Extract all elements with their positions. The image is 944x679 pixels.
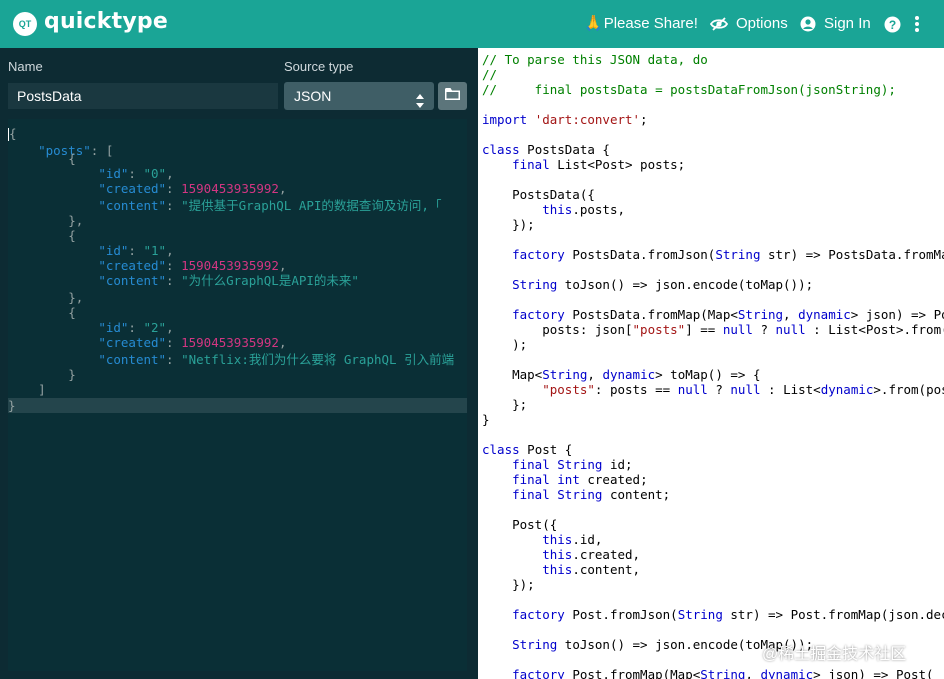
share-button[interactable]: 🙏 Please Share!: [584, 0, 698, 48]
json-line: },: [8, 213, 84, 228]
json-line: {: [8, 228, 76, 243]
json-line: "id": "1",: [98, 243, 174, 258]
json-line: "created": 1590453935992,: [98, 335, 287, 350]
code-line: this.posts,: [542, 202, 626, 217]
json-line: }: [8, 367, 76, 382]
source-type-value: JSON: [294, 88, 332, 104]
vertical-dots-icon: [914, 15, 920, 33]
code-line: String toJson() => json.encode(toMap());: [512, 277, 814, 292]
code-line: });: [482, 217, 535, 232]
eye-slash-icon: [710, 17, 728, 31]
source-type-select[interactable]: JSON: [284, 82, 434, 110]
app-name[interactable]: quicktype: [44, 9, 168, 34]
json-line: "content": "为什么GraphQL是API的未来": [98, 273, 359, 288]
code-line: final String content;: [512, 487, 671, 502]
json-line: "id": "0",: [98, 166, 174, 181]
code-line: PostsData({: [482, 187, 595, 202]
json-line: {: [8, 151, 76, 166]
code-line: Post({: [482, 517, 558, 532]
pray-emoji-icon: 🙏: [584, 15, 603, 32]
json-line: "created": 1590453935992,: [98, 258, 287, 273]
code-line: class Post {: [482, 442, 573, 457]
code-line: this.created,: [542, 547, 641, 562]
code-line: // final postsData = postsDataFromJson(j…: [482, 82, 896, 97]
json-line: },: [8, 290, 84, 305]
code-line: final int created;: [512, 472, 648, 487]
user-circle-icon: [800, 16, 816, 32]
help-button[interactable]: ?: [884, 0, 901, 48]
svg-text:?: ?: [889, 18, 896, 32]
code-line: class PostsData {: [482, 142, 610, 157]
code-line: factory Post.fromJson(String str) => Pos…: [512, 607, 944, 622]
json-line: "content": "Netflix:我们为什么要将 GraphQL 引入前端: [98, 352, 455, 367]
code-line: final List<Post> posts;: [512, 157, 686, 172]
code-line: Map<String, dynamic> toMap() => {: [482, 367, 761, 382]
json-line: "created": 1590453935992,: [98, 181, 287, 196]
share-label: Please Share!: [603, 15, 698, 32]
code-line: this.id,: [542, 532, 603, 547]
code-line: factory PostsData.fromJson(String str) =…: [512, 247, 944, 262]
options-label: Options: [736, 15, 788, 32]
code-line: this.content,: [542, 562, 641, 577]
code-line: factory PostsData.fromMap(Map<String, dy…: [512, 307, 944, 322]
code-line: import 'dart:convert';: [482, 112, 648, 127]
name-input[interactable]: [8, 83, 278, 109]
question-circle-icon: ?: [884, 16, 901, 33]
json-line: ]: [8, 382, 46, 397]
json-line: {: [8, 126, 17, 141]
json-line: "id": "2",: [98, 320, 174, 335]
top-bar: QT quicktype 🙏 Please Share! Options Sig…: [0, 0, 944, 48]
code-line: );: [482, 337, 528, 352]
select-arrows-icon: [416, 89, 424, 108]
watermark: @稀土掘金技术社区: [762, 646, 907, 663]
code-line: //: [482, 67, 498, 82]
code-line: posts: json["posts"] == null ? null : Li…: [482, 322, 944, 337]
json-line: {: [8, 305, 76, 320]
code-line: factory Post.fromMap(Map<String, dynamic…: [512, 667, 934, 679]
quicktype-logo[interactable]: QT: [13, 12, 37, 36]
sign-in-label: Sign In: [824, 15, 871, 32]
code-line: // To parse this JSON data, do: [482, 52, 708, 67]
json-input-editor[interactable]: { "posts": [ { "id": "0", "created": 159…: [8, 119, 467, 671]
name-label: Name: [8, 59, 43, 74]
code-line: };: [482, 397, 528, 412]
code-line: "posts": posts == null ? null : List<dyn…: [542, 382, 944, 397]
code-line: }: [482, 412, 490, 427]
json-line: }: [8, 398, 467, 413]
source-type-label: Source type: [284, 59, 354, 74]
sign-in-button[interactable]: Sign In: [800, 0, 871, 48]
folder-icon: [445, 87, 460, 105]
dart-output-code[interactable]: // To parse this JSON data, do//// final…: [478, 48, 944, 679]
options-button[interactable]: Options: [710, 0, 788, 48]
code-line: final String id;: [512, 457, 633, 472]
code-line: });: [482, 577, 535, 592]
open-file-button[interactable]: [438, 82, 467, 110]
json-line: "content": "提供基于GraphQL API的数据查询及访问,「: [98, 198, 442, 213]
more-menu-button[interactable]: [914, 0, 920, 48]
